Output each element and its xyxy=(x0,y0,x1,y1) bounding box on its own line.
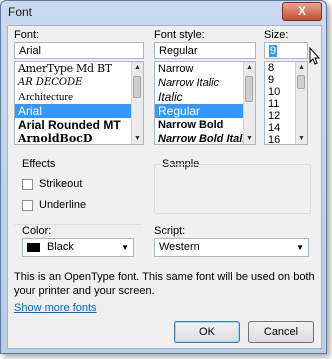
color-dropdown[interactable]: Black ▼ xyxy=(22,238,134,257)
style-list-scrollbar[interactable]: ▲ ▼ xyxy=(243,62,255,144)
scroll-thumb[interactable] xyxy=(297,75,305,89)
list-item[interactable]: Narrow xyxy=(155,62,255,76)
mouse-cursor-icon xyxy=(309,47,321,65)
scroll-down-icon[interactable]: ▼ xyxy=(296,133,307,144)
script-label: Script: xyxy=(154,225,186,237)
ok-button[interactable]: OK xyxy=(174,321,240,343)
list-item[interactable]: Architecture xyxy=(15,90,143,104)
font-dialog-window: Font X Font: Arial AmerType Md BT AR DECO… xyxy=(0,0,327,354)
cancel-button-label: Cancel xyxy=(263,326,299,338)
size-list[interactable]: 8 9 10 11 12 14 16 ▲ ▼ xyxy=(264,61,308,145)
script-value: Western xyxy=(159,241,200,253)
list-item[interactable]: Narrow Bold Italic xyxy=(155,132,255,144)
size-input[interactable]: 9 xyxy=(264,42,308,59)
font-list[interactable]: AmerType Md BT AR DECODE Architecture Arial… xyxy=(14,61,144,145)
list-item[interactable]: Narrow Italic xyxy=(155,76,255,90)
list-item[interactable]: AR DECODE xyxy=(15,76,143,90)
color-value: Black xyxy=(47,241,74,253)
font-info-text: This is an OpenType font. This same font… xyxy=(14,271,315,297)
font-style-value: Regular xyxy=(159,45,198,57)
scroll-thumb[interactable] xyxy=(133,76,141,98)
scroll-down-icon[interactable]: ▼ xyxy=(244,133,255,144)
list-item[interactable]: ArnoldBocD xyxy=(15,132,143,144)
scroll-up-icon[interactable]: ▲ xyxy=(244,62,255,73)
underline-label: Underline xyxy=(39,199,87,211)
list-item[interactable]: AmerType Md BT xyxy=(15,62,143,76)
font-list-scrollbar[interactable]: ▲ ▼ xyxy=(131,62,143,144)
list-item[interactable]: Arial Rounded MT xyxy=(15,118,143,132)
script-dropdown[interactable]: Western ▼ xyxy=(154,238,309,257)
dialog-content: Font: Arial AmerType Md BT AR DECODE Archi… xyxy=(7,25,322,349)
font-style-list[interactable]: Narrow Narrow Italic Italic Regular Narrow B… xyxy=(154,61,256,145)
size-value: 9 xyxy=(269,45,278,57)
scroll-thumb[interactable] xyxy=(245,76,253,102)
list-item[interactable]: Regular xyxy=(155,104,255,118)
strikeout-checkbox[interactable] xyxy=(22,179,33,190)
color-label: Color: xyxy=(22,225,52,237)
cancel-button[interactable]: Cancel xyxy=(248,321,314,343)
show-more-fonts-link[interactable]: Show more fonts xyxy=(14,302,97,314)
scroll-up-icon[interactable]: ▲ xyxy=(132,62,143,73)
window-title: Font xyxy=(8,5,33,19)
close-button[interactable]: X xyxy=(282,2,322,21)
font-name-input[interactable]: Arial xyxy=(14,42,144,59)
list-item[interactable]: Arial xyxy=(15,104,143,118)
scroll-down-icon[interactable]: ▼ xyxy=(132,133,143,144)
color-swatch xyxy=(27,243,40,252)
font-style-input[interactable]: Regular xyxy=(154,42,256,59)
chevron-down-icon: ▼ xyxy=(121,243,129,252)
font-name-value: Arial xyxy=(19,45,42,57)
underline-checkbox[interactable] xyxy=(22,200,33,211)
font-label: Font: xyxy=(14,29,40,41)
list-item[interactable]: Italic xyxy=(155,90,255,104)
effects-group xyxy=(14,164,142,225)
chevron-down-icon: ▼ xyxy=(296,243,304,252)
sample-preview-box xyxy=(154,164,311,214)
list-item[interactable]: Narrow Bold xyxy=(155,118,255,132)
size-label: Size: xyxy=(264,29,289,41)
strikeout-label: Strikeout xyxy=(39,178,83,190)
ok-button-label: OK xyxy=(199,326,215,338)
font-style-label: Font style: xyxy=(154,29,205,41)
scroll-up-icon[interactable]: ▲ xyxy=(296,62,307,73)
size-list-scrollbar[interactable]: ▲ ▼ xyxy=(295,62,307,144)
close-icon: X xyxy=(297,4,306,18)
title-bar: Font X xyxy=(1,1,326,23)
